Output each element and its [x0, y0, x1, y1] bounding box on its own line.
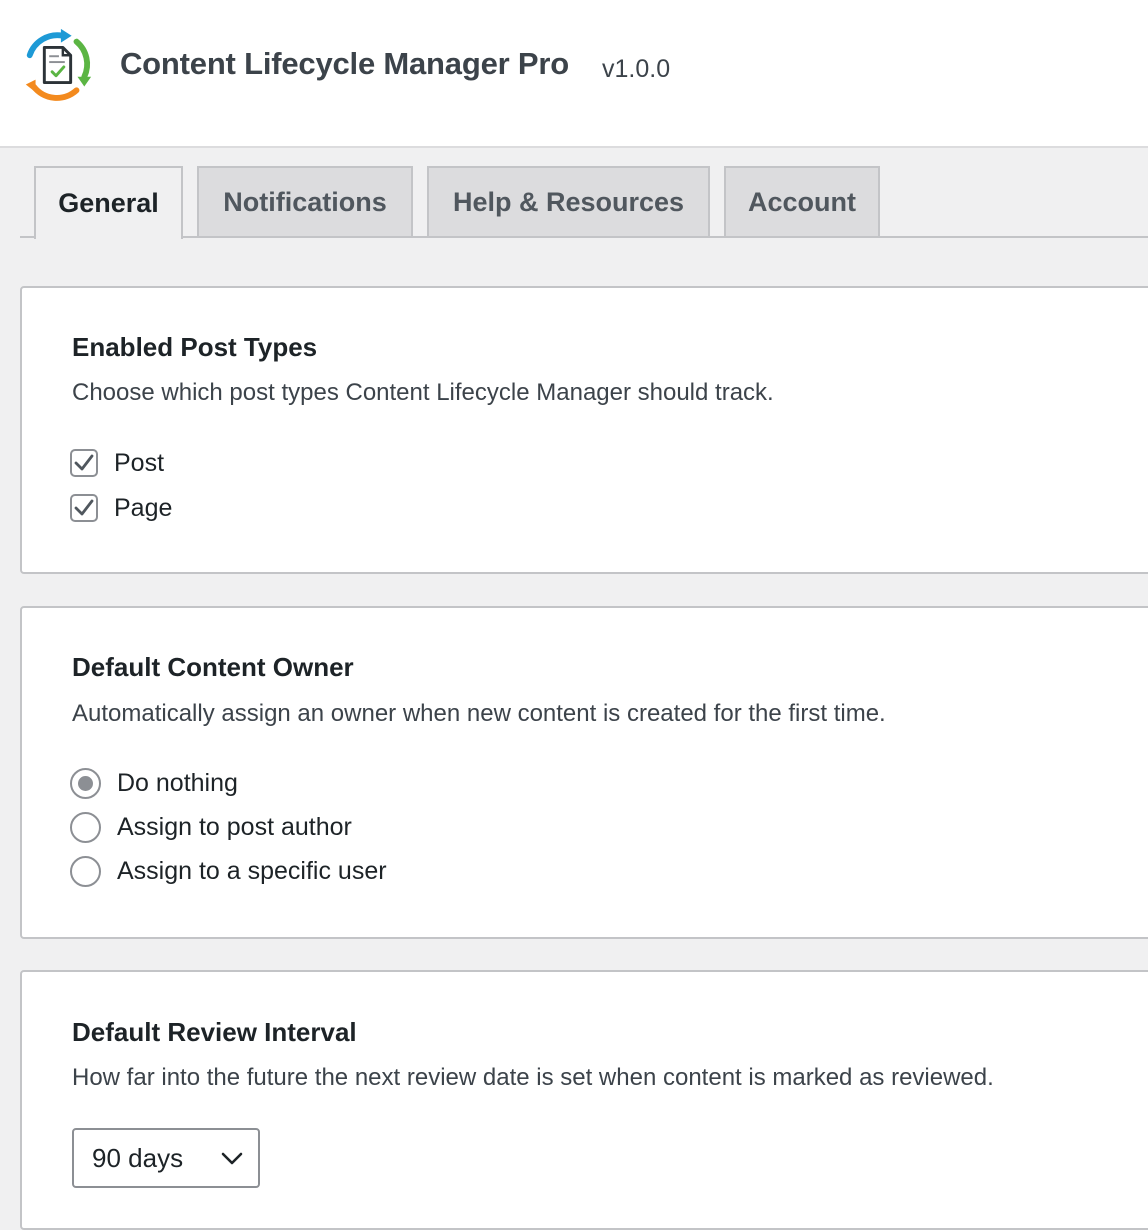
lifecycle-logo-icon — [25, 28, 92, 101]
do-nothing-label: Do nothing — [117, 768, 238, 797]
plugin-header: Content Lifecycle Manager Pro v1.0.0 — [0, 0, 1148, 148]
checkmark-icon — [74, 499, 94, 516]
owner-option-specific-user[interactable]: Assign to a specific user — [70, 854, 387, 888]
content-owner-description: Automatically assign an owner when new c… — [72, 700, 886, 727]
post-types-card: Enabled Post Types Choose which post typ… — [20, 286, 1148, 574]
review-interval-title: Default Review Interval — [72, 1017, 357, 1047]
content-owner-title: Default Content Owner — [72, 652, 354, 682]
post-types-title: Enabled Post Types — [72, 332, 318, 362]
post-author-radio[interactable] — [70, 811, 101, 843]
review-interval-description: How far into the future the next review … — [72, 1064, 994, 1091]
owner-option-do-nothing[interactable]: Do nothing — [70, 766, 238, 800]
owner-option-post-author[interactable]: Assign to post author — [70, 810, 352, 844]
post-author-label: Assign to post author — [117, 812, 352, 841]
radio-selected-dot — [78, 775, 93, 791]
content-owner-card: Default Content Owner Automatically assi… — [20, 606, 1148, 939]
specific-user-label: Assign to a specific user — [117, 856, 387, 885]
tab-notifications[interactable]: Notifications — [197, 166, 413, 236]
chevron-down-icon — [221, 1152, 243, 1165]
review-interval-value: 90 days — [92, 1142, 184, 1173]
page-checkbox[interactable] — [70, 494, 98, 522]
tab-account[interactable]: Account — [724, 166, 880, 236]
post-types-description: Choose which post types Content Lifecycl… — [72, 379, 774, 406]
post-checkbox-label: Post — [114, 448, 165, 477]
review-interval-select[interactable]: 90 days — [72, 1128, 260, 1188]
plugin-version: v1.0.0 — [602, 55, 671, 83]
specific-user-radio[interactable] — [70, 855, 101, 887]
post-type-option-page[interactable]: Page — [70, 491, 172, 525]
do-nothing-radio[interactable] — [70, 767, 101, 799]
post-checkbox[interactable] — [70, 449, 98, 477]
tab-bar-divider — [20, 236, 1148, 238]
tab-general[interactable]: General — [34, 166, 183, 239]
page-checkbox-label: Page — [114, 493, 173, 522]
tab-help-resources[interactable]: Help & Resources — [427, 166, 710, 236]
review-interval-card: Default Review Interval How far into the… — [20, 970, 1148, 1230]
checkmark-icon — [74, 454, 94, 471]
post-type-option-post[interactable]: Post — [70, 446, 164, 480]
plugin-title: Content Lifecycle Manager Pro — [120, 46, 569, 81]
